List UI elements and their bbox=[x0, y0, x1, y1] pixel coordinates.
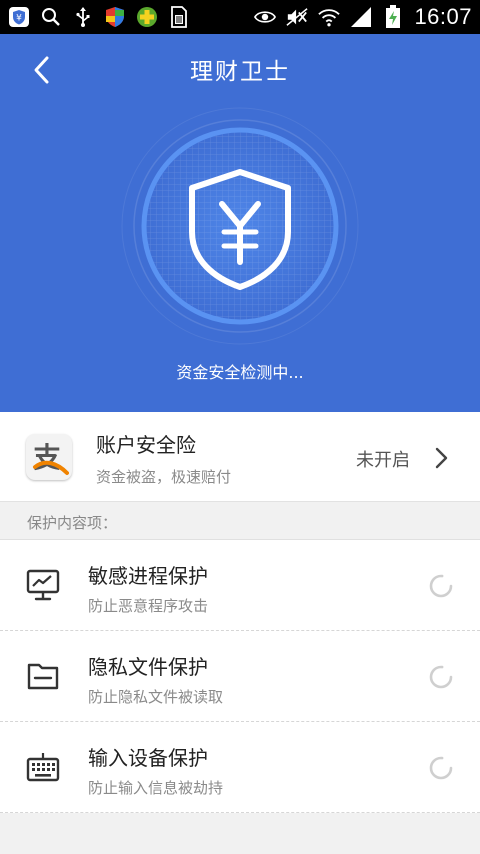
header-hero: 理财卫士 资金安全检测中... bbox=[0, 34, 480, 412]
item-subtitle: 防止隐私文件被读取 bbox=[88, 688, 224, 706]
list-item-input-device[interactable]: 输入设备保护 防止输入信息被劫持 bbox=[0, 722, 480, 813]
loading-spinner-icon bbox=[429, 756, 453, 780]
alipay-icon: 支 bbox=[26, 434, 72, 480]
sd-card-icon bbox=[168, 6, 190, 28]
signal-icon bbox=[350, 6, 372, 28]
item-subtitle: 防止输入信息被劫持 bbox=[88, 779, 224, 797]
protection-list: 敏感进程保护 防止恶意程序攻击 隐私文件保护 防止隐私文件被读取 输入设备保护 … bbox=[0, 540, 480, 813]
mute-icon bbox=[286, 6, 308, 28]
shield-app-icon: ¥ bbox=[8, 6, 30, 28]
folder-icon bbox=[27, 663, 59, 690]
insurance-title: 账户安全险 bbox=[96, 433, 196, 457]
status-time: 16:07 bbox=[414, 4, 472, 29]
item-subtitle: 防止恶意程序攻击 bbox=[88, 597, 209, 615]
status-icons-left: ¥ bbox=[8, 6, 190, 28]
scan-status-text: 资金安全检测中... bbox=[176, 363, 304, 382]
chevron-right-icon bbox=[435, 447, 448, 469]
section-header: 保护内容项： bbox=[0, 502, 480, 540]
list-item-sensitive-process[interactable]: 敏感进程保护 防止恶意程序攻击 bbox=[0, 540, 480, 631]
account-insurance-row[interactable]: 支 账户安全险 资金被盗，极速赔付 未开启 bbox=[0, 412, 480, 502]
item-title: 输入设备保护 bbox=[88, 746, 208, 770]
svg-text:支: 支 bbox=[33, 441, 61, 474]
list-item-private-files[interactable]: 隐私文件保护 防止隐私文件被读取 bbox=[0, 631, 480, 722]
eye-icon bbox=[254, 6, 277, 28]
insurance-subtitle: 资金被盗，极速赔付 bbox=[96, 468, 232, 486]
status-icons-right: 16:07 bbox=[254, 4, 472, 30]
usb-icon bbox=[72, 6, 94, 28]
item-title: 敏感进程保护 bbox=[88, 564, 208, 588]
insurance-status: 未开启 bbox=[356, 450, 410, 471]
monitor-icon bbox=[26, 569, 60, 601]
page-title: 理财卫士 bbox=[190, 59, 290, 85]
keyboard-icon bbox=[26, 753, 60, 782]
svg-text:¥: ¥ bbox=[16, 14, 22, 24]
section-label: 保护内容项： bbox=[27, 514, 118, 532]
security-shield-icon bbox=[104, 6, 126, 28]
wifi-icon bbox=[318, 6, 341, 28]
search-icon bbox=[40, 6, 62, 28]
item-title: 隐私文件保护 bbox=[88, 655, 208, 679]
loading-spinner-icon bbox=[429, 665, 453, 689]
status-bar: ¥ 16:07 bbox=[0, 0, 480, 34]
battery-charging-icon bbox=[382, 5, 404, 28]
plus-app-icon bbox=[136, 6, 158, 28]
loading-spinner-icon bbox=[429, 574, 453, 598]
scan-graphic bbox=[120, 106, 360, 346]
